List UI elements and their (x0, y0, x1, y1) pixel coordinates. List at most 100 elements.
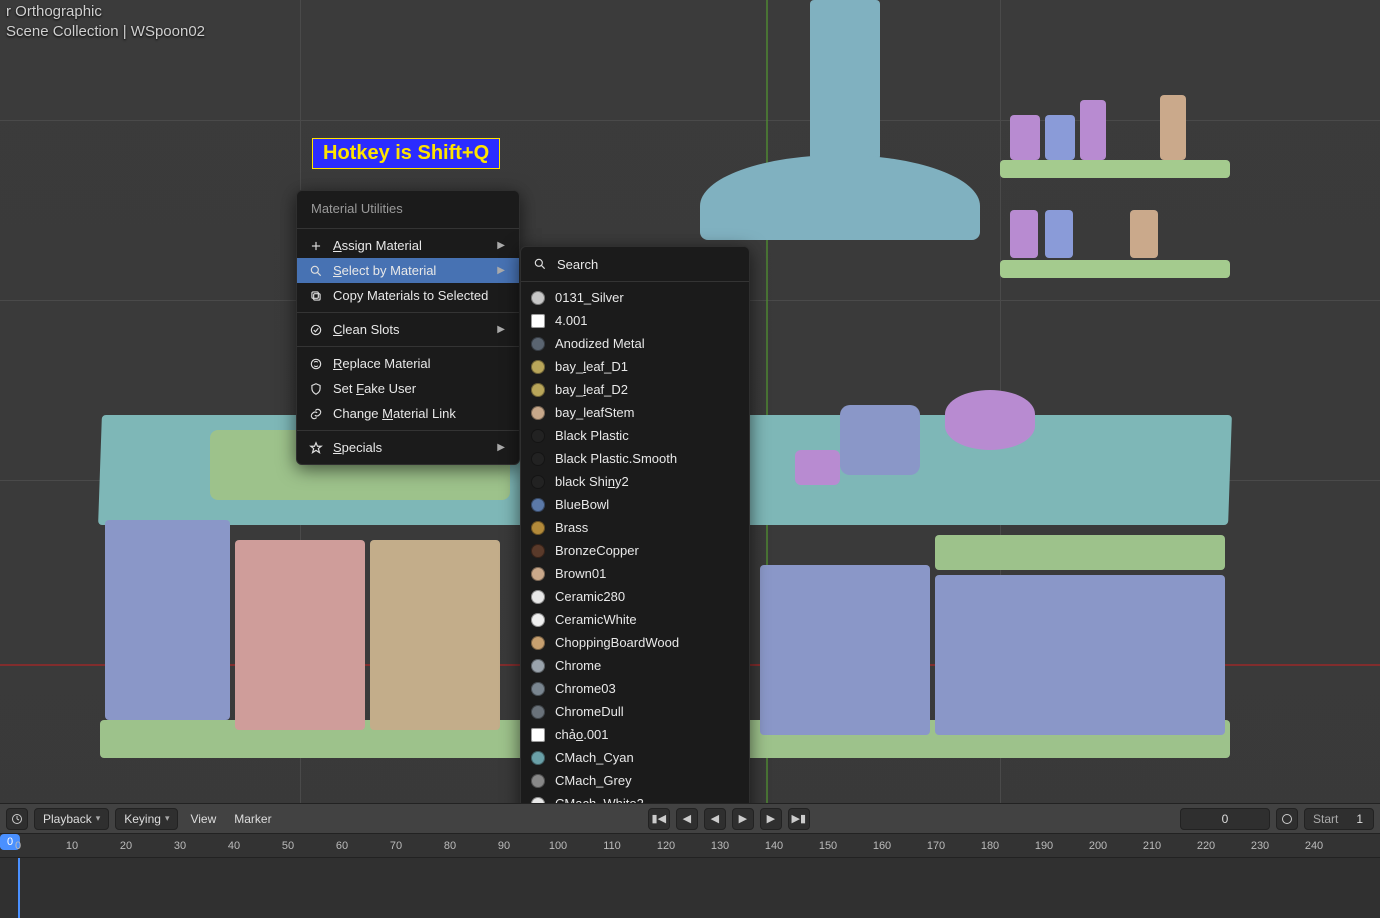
editor-type-button[interactable] (6, 808, 28, 830)
menu-item-specials[interactable]: Specials▶ (297, 435, 519, 460)
viewport-overlay-text: r Orthographic Scene Collection | WSpoon… (6, 2, 205, 42)
menu-item-copy-materials-to-selected[interactable]: Copy Materials to Selected (297, 283, 519, 308)
plus-icon (307, 239, 325, 253)
material-swatch (531, 337, 545, 351)
material-swatch (531, 728, 545, 742)
ruler-tick: 170 (927, 834, 945, 858)
material-item[interactable]: CeramicWhite (521, 608, 749, 631)
material-swatch (531, 544, 545, 558)
select-by-material-submenu[interactable]: Search 0131_Silver4.001Anodized Metalbay… (520, 246, 750, 891)
play-reverse-button[interactable]: ◀ (704, 808, 726, 830)
menu-item-label: Select by Material (333, 263, 436, 278)
star-icon (307, 441, 325, 455)
material-item[interactable]: 0131_Silver (521, 286, 749, 309)
keying-dropdown[interactable]: Keying▾ (115, 808, 178, 830)
timeline-tracks[interactable] (0, 858, 1380, 918)
jump-end-button[interactable]: ▶▮ (788, 808, 810, 830)
material-item[interactable]: BlueBowl (521, 493, 749, 516)
submenu-arrow-icon: ▶ (497, 265, 505, 276)
scene-drawer (935, 535, 1225, 570)
material-search[interactable]: Search (521, 251, 749, 277)
material-item[interactable]: CMach_Cyan (521, 746, 749, 769)
material-name: BronzeCopper (555, 543, 639, 558)
material-item[interactable]: ChoppingBoardWood (521, 631, 749, 654)
scene-pot (840, 405, 920, 475)
material-name: black Shiny2 (555, 474, 629, 489)
view-menu[interactable]: View (184, 812, 222, 826)
view-mode-label: r Orthographic (6, 2, 205, 22)
menu-item-set-fake-user[interactable]: Set Fake User (297, 376, 519, 401)
material-item[interactable]: Brass (521, 516, 749, 539)
material-item[interactable]: BronzeCopper (521, 539, 749, 562)
material-item[interactable]: Black Plastic.Smooth (521, 447, 749, 470)
material-item[interactable]: ChromeDull (521, 700, 749, 723)
material-item[interactable]: Ceramic280 (521, 585, 749, 608)
clean-icon (307, 323, 325, 337)
scene-cup (1010, 115, 1040, 160)
material-item[interactable]: Chrome03 (521, 677, 749, 700)
material-item[interactable]: 4.001 (521, 309, 749, 332)
playhead[interactable] (18, 858, 20, 918)
submenu-arrow-icon: ▶ (497, 240, 505, 251)
ruler-tick: 60 (336, 834, 348, 858)
ruler-tick: 40 (228, 834, 240, 858)
scene-cabinet (105, 520, 230, 720)
timeline-header: Playback▾ Keying▾ View Marker ▮◀ ◀ ◀ ▶ ▶… (0, 804, 1380, 834)
material-swatch (531, 521, 545, 535)
current-frame-field[interactable]: 0 (1180, 808, 1270, 830)
play-button[interactable]: ▶ (732, 808, 754, 830)
scene-shelf (1000, 160, 1230, 178)
material-item[interactable]: Anodized Metal (521, 332, 749, 355)
material-swatch (531, 314, 545, 328)
material-swatch (531, 590, 545, 604)
menu-title: Material Utilities (297, 195, 519, 224)
material-swatch (531, 774, 545, 788)
material-swatch (531, 705, 545, 719)
marker-menu[interactable]: Marker (228, 812, 277, 826)
material-item[interactable]: chảo.001 (521, 723, 749, 746)
material-item[interactable]: Black Plastic (521, 424, 749, 447)
material-utilities-menu[interactable]: Material Utilities Assign Material▶Selec… (296, 190, 520, 465)
material-item[interactable]: Brown01 (521, 562, 749, 585)
playback-dropdown[interactable]: Playback▾ (34, 808, 109, 830)
menu-item-replace-material[interactable]: Replace Material (297, 351, 519, 376)
material-item[interactable]: Chrome (521, 654, 749, 677)
scene-shelf (1000, 260, 1230, 278)
ruler-tick: 220 (1197, 834, 1215, 858)
keying-label: Keying (124, 812, 161, 826)
ruler-tick: 180 (981, 834, 999, 858)
jump-start-button[interactable]: ▮◀ (648, 808, 670, 830)
copy-icon (307, 289, 325, 303)
material-item[interactable]: bay_leaf_D1 (521, 355, 749, 378)
auto-key-button[interactable] (1276, 808, 1298, 830)
timeline-editor[interactable]: Playback▾ Keying▾ View Marker ▮◀ ◀ ◀ ▶ ▶… (0, 803, 1380, 918)
material-name: chảo.001 (555, 727, 609, 742)
material-name: CMach_Cyan (555, 750, 634, 765)
material-swatch (531, 406, 545, 420)
material-item[interactable]: bay_leaf_D2 (521, 378, 749, 401)
ruler-tick: 80 (444, 834, 456, 858)
next-keyframe-button[interactable]: ▶ (760, 808, 782, 830)
ruler-tick: 140 (765, 834, 783, 858)
start-frame-field[interactable]: Start 1 (1304, 808, 1374, 830)
ruler-tick: 160 (873, 834, 891, 858)
material-item[interactable]: CMach_Grey (521, 769, 749, 792)
material-item[interactable]: bay_leafStem (521, 401, 749, 424)
menu-item-label: Change Material Link (333, 406, 456, 421)
scene-hood (700, 155, 980, 240)
menu-item-clean-slots[interactable]: Clean Slots▶ (297, 317, 519, 342)
ruler-tick: 210 (1143, 834, 1161, 858)
material-item[interactable]: black Shiny2 (521, 470, 749, 493)
ruler-tick: 30 (174, 834, 186, 858)
material-name: Chrome03 (555, 681, 616, 696)
prev-keyframe-button[interactable]: ◀ (676, 808, 698, 830)
menu-item-assign-material[interactable]: Assign Material▶ (297, 233, 519, 258)
material-name: Brass (555, 520, 588, 535)
material-name: bay_leafStem (555, 405, 635, 420)
menu-item-select-by-material[interactable]: Select by Material ▶ (297, 258, 519, 283)
ruler-tick: 20 (120, 834, 132, 858)
timeline-ruler[interactable]: 0 01020304050607080901001101201301401501… (0, 834, 1380, 858)
playback-label: Playback (43, 812, 92, 826)
ruler-tick: 230 (1251, 834, 1269, 858)
menu-item-change-material-link[interactable]: Change Material Link (297, 401, 519, 426)
